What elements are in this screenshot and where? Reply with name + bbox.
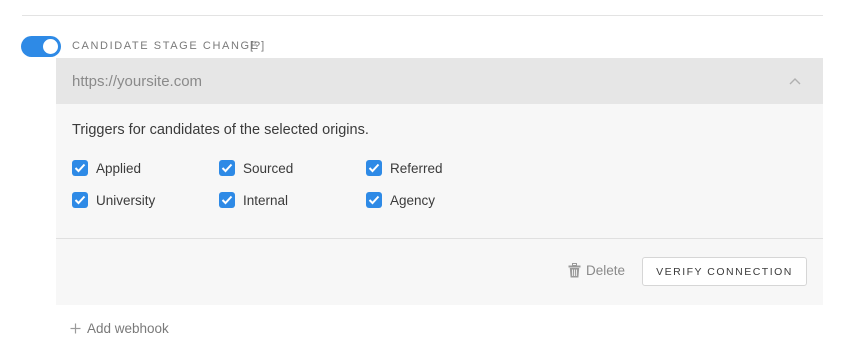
origin-label: Sourced [243,160,294,176]
add-webhook-button[interactable]: Add webhook [70,320,169,336]
add-webhook-label: Add webhook [87,320,169,336]
origin-checkbox-applied[interactable]: Applied [72,159,141,177]
checkbox-checked-icon [72,160,88,176]
webhook-card: Triggers for candidates of the selected … [56,58,823,305]
origin-checkbox-internal[interactable]: Internal [219,191,288,209]
checkbox-checked-icon [366,160,382,176]
origin-label: University [96,192,156,208]
chevron-up-icon[interactable] [787,74,803,88]
top-divider [22,15,823,16]
toggle-knob [43,39,58,54]
origin-label: Referred [390,160,443,176]
checkbox-checked-icon [219,192,235,208]
delete-button[interactable]: Delete [568,261,625,279]
url-bar [56,58,823,104]
origins-description: Triggers for candidates of the selected … [72,122,369,138]
checkbox-checked-icon [72,192,88,208]
delete-label: Delete [586,262,626,278]
help-link[interactable]: [?] [250,40,265,52]
origin-checkbox-referred[interactable]: Referred [366,159,443,177]
origin-label: Agency [390,192,436,208]
webhook-url-input[interactable] [72,69,772,93]
checkbox-checked-icon [219,160,235,176]
origin-checkbox-sourced[interactable]: Sourced [219,159,293,177]
trash-icon [568,262,581,277]
plus-icon [70,323,81,333]
origin-label: Internal [243,192,289,208]
origin-checkbox-university[interactable]: University [72,191,155,209]
origin-checkbox-agency[interactable]: Agency [366,191,435,209]
candidate-stage-change-toggle[interactable] [21,36,61,57]
card-divider [56,238,823,239]
section-title: CANDIDATE STAGE CHANGE [72,40,260,52]
verify-connection-button[interactable]: VERIFY CONNECTION [642,257,807,286]
checkbox-checked-icon [366,192,382,208]
origin-label: Applied [96,160,142,176]
